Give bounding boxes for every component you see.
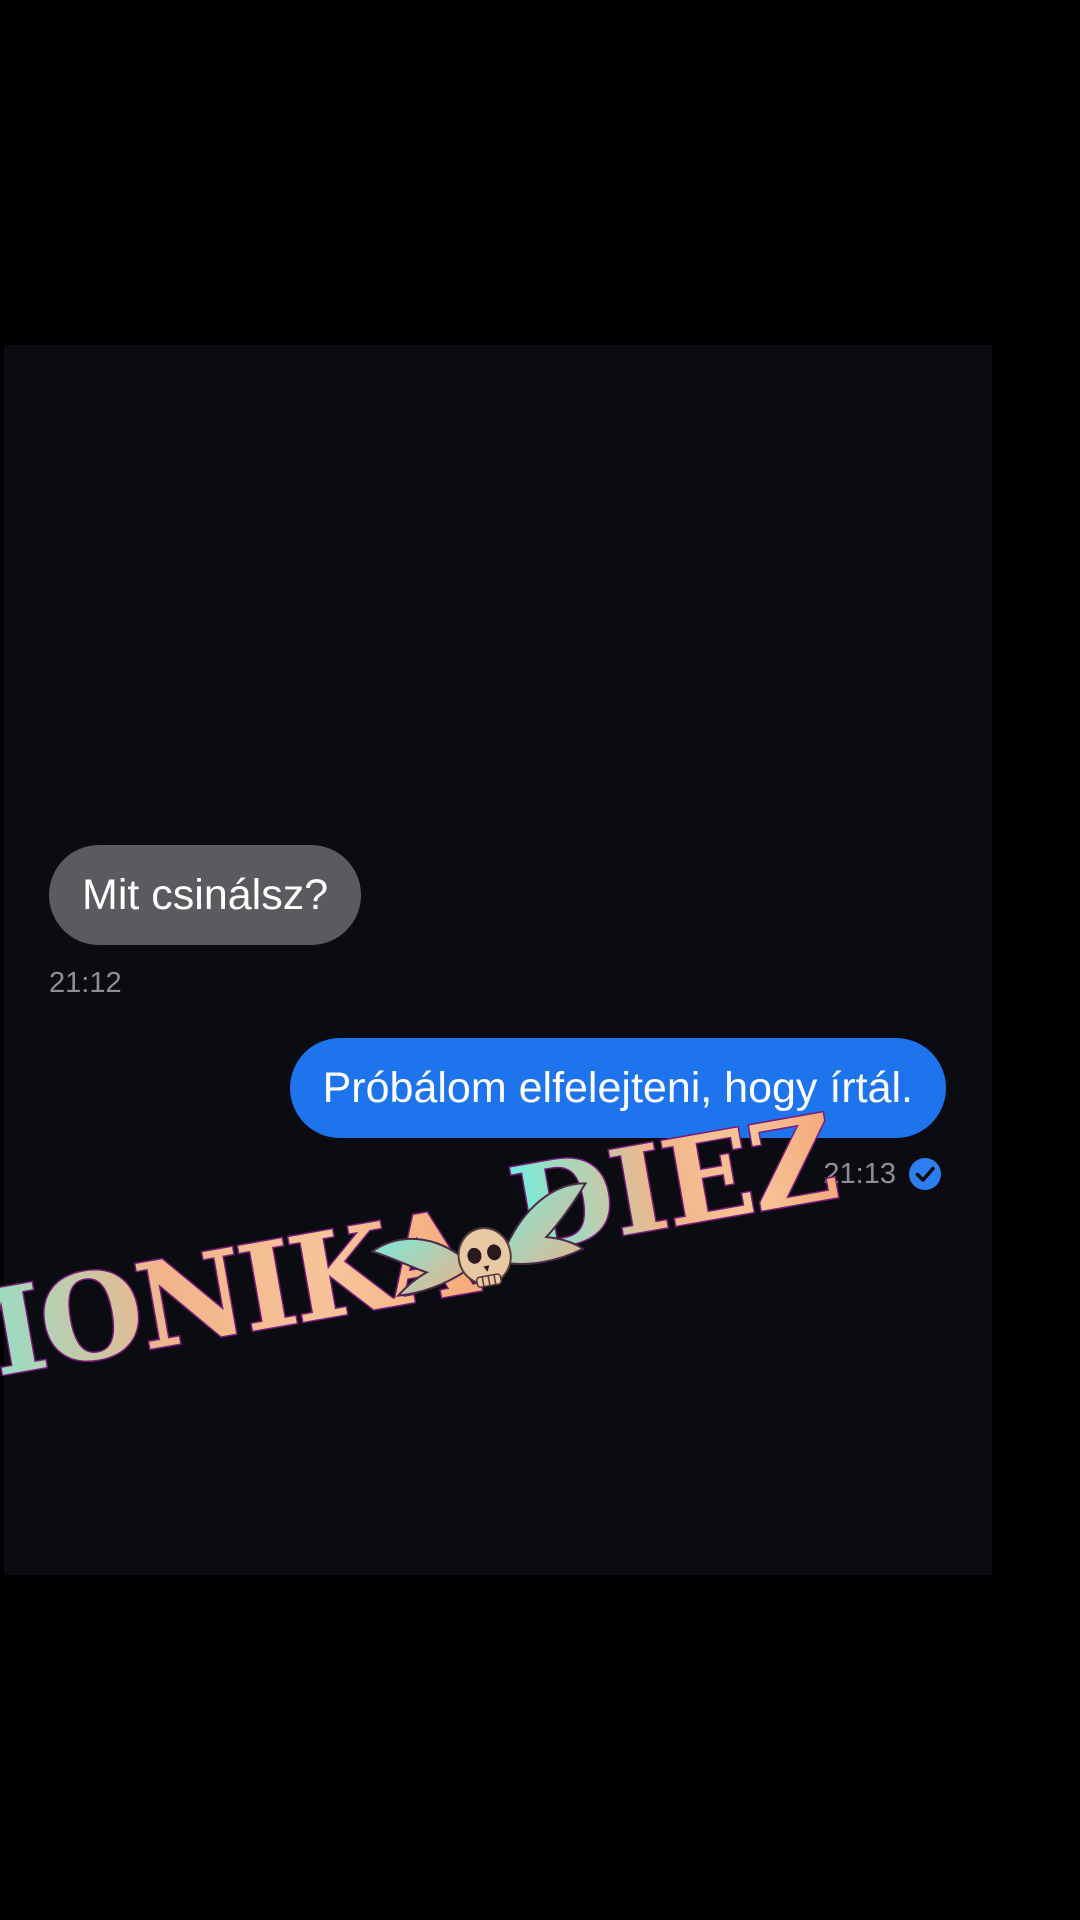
message-text: Próbálom elfelejteni, hogy írtál. bbox=[322, 1064, 913, 1112]
message-timestamp: 21:12 bbox=[49, 967, 122, 999]
message-bubble-sent[interactable]: Próbálom elfelejteni, hogy írtál. bbox=[289, 1038, 946, 1138]
message-text: Mit csinálsz? bbox=[82, 871, 329, 919]
message-timestamp: 21:13 bbox=[823, 1157, 896, 1190]
message-status: 21:13 bbox=[823, 1157, 942, 1191]
check-circle-icon bbox=[909, 1158, 941, 1190]
chat-screen: Mit csinálsz? 21:12 Próbálom elfelejteni… bbox=[4, 345, 992, 1575]
message-bubble-received[interactable]: Mit csinálsz? bbox=[49, 845, 362, 945]
